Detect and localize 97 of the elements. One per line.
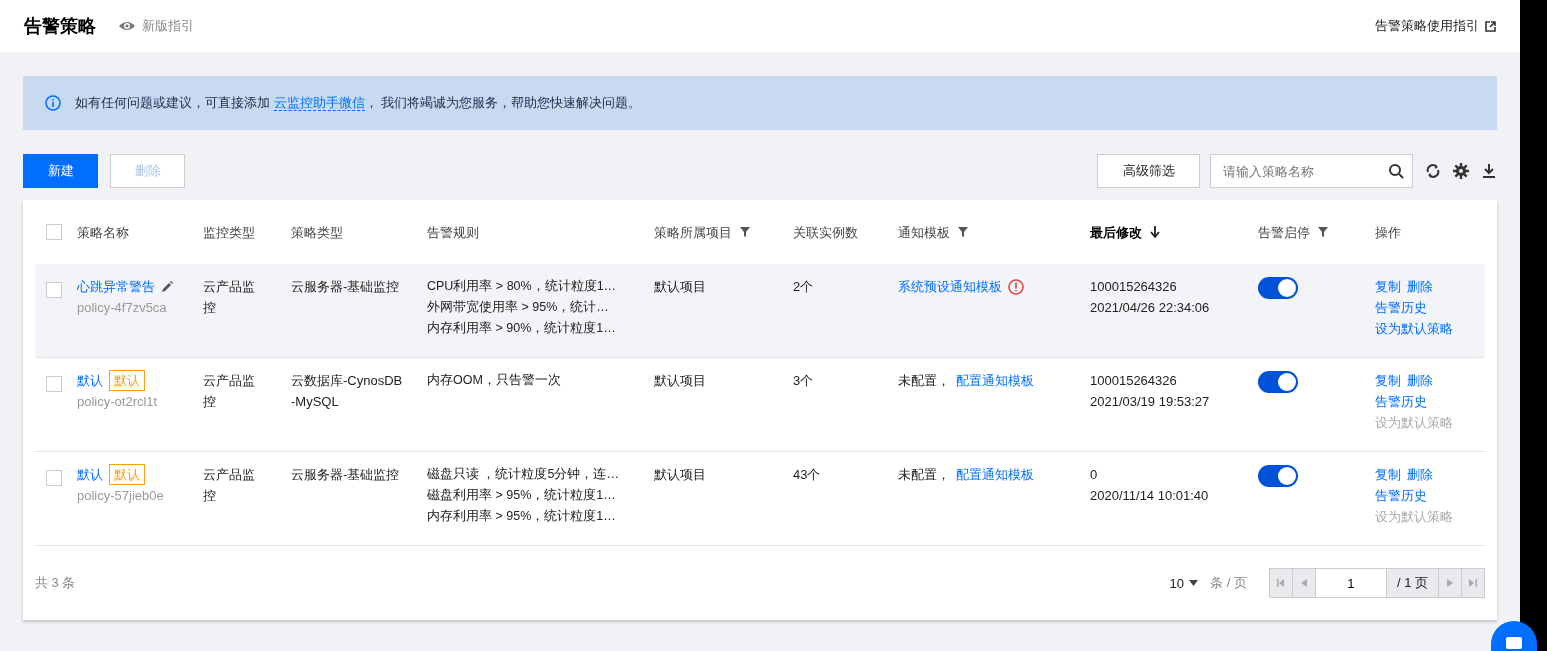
help-link[interactable]: 告警策略使用指引 [1375, 17, 1496, 35]
alarm-rule: 内存利用率 > 95%，统计粒度1… [427, 508, 616, 525]
pagination-control[interactable]: 1 / 1 页 [1268, 568, 1485, 598]
search-field[interactable]: 请输入策略名称 [1210, 154, 1413, 188]
eye-icon [118, 20, 136, 32]
column-header[interactable]: 策略名称 [77, 221, 129, 243]
column-header[interactable]: 告警规则 [427, 221, 479, 243]
project-name: 默认项目 [654, 466, 706, 484]
download-icon[interactable] [1481, 163, 1497, 179]
row-checkbox[interactable] [46, 470, 62, 486]
page-total: / 1 页 [1385, 569, 1439, 597]
refresh-icon[interactable] [1425, 163, 1441, 179]
delete-link[interactable]: 删除 [1407, 276, 1433, 297]
policy-id: policy-4f7zv5ca [77, 299, 167, 317]
copy-link[interactable]: 复制 [1375, 464, 1401, 485]
notice-text: 如有任何问题或建议，可直接添加 云监控助手微信， 我们将竭诚为您服务，帮助您快速解决问题。 [75, 94, 642, 112]
advanced-filter-button[interactable]: 高级筛选 [1097, 154, 1200, 188]
modifier-id: 100015264326 [1090, 278, 1177, 296]
default-tag: 默认 [109, 464, 145, 485]
project-name: 默认项目 [654, 278, 706, 296]
default-tag: 默认 [109, 370, 145, 391]
info-icon [45, 95, 61, 111]
chat-icon[interactable] [1491, 621, 1537, 651]
wechat-link[interactable]: 云监控助手微信 [273, 95, 365, 111]
policy-name-link[interactable]: 心跳异常警告 [77, 276, 155, 297]
filter-icon[interactable] [1318, 227, 1328, 237]
column-header[interactable]: 监控类型 [203, 221, 255, 243]
instance-count: 43个 [793, 466, 821, 484]
column-header[interactable]: 策略类型 [291, 221, 343, 243]
delete-link[interactable]: 删除 [1407, 464, 1433, 485]
policy-type: 云服务器-基础监控 [291, 466, 400, 484]
policy-type: 云数据库-CynosDB-MySQL [291, 372, 403, 411]
alarm-rule: 外网带宽使用率 > 95%，统计… [427, 299, 609, 316]
monitor-type: 云产品监控 [203, 466, 256, 505]
template-status: 未配置， [898, 372, 950, 390]
column-header[interactable]: 关联实例数 [793, 221, 858, 243]
search-icon[interactable] [1388, 163, 1404, 179]
template-status: 未配置， [898, 466, 950, 484]
delete-link[interactable]: 删除 [1407, 370, 1433, 391]
alarm-rule: 内存利用率 > 90%，统计粒度1… [427, 320, 616, 337]
policy-id: policy-ot2rcl1t [77, 393, 158, 411]
modified-time: 2021/04/26 22:34:06 [1090, 299, 1210, 317]
caret-down-icon [1189, 580, 1199, 586]
modified-time: 2021/03/19 19:53:27 [1090, 393, 1210, 411]
monitor-type: 云产品监控 [203, 278, 256, 317]
table-row[interactable]: 心跳异常警告 policy-4f7zv5ca 云产品监控 云服务器-基础监控 CPU利用率 > 80%，统计粒度1… 外网带宽使用率 > 95%，统计… 内存利用率 > 90%，统计粒度1… 默认项目 2个 系统预设通知模板 100015264326 2021/04/26 22:34:06 复制 删除 告警历史 设为默认策略 [35, 264, 1485, 358]
modifier-id: 0 [1090, 466, 1098, 484]
instance-count: 2个 [793, 278, 814, 296]
column-header[interactable]: 最后修改 [1090, 221, 1142, 243]
sort-down-icon[interactable] [1150, 226, 1160, 238]
modified-time: 2020/11/14 10:01:40 [1090, 487, 1209, 505]
template-link[interactable]: 配置通知模板 [956, 370, 1034, 391]
copy-link[interactable]: 复制 [1375, 276, 1401, 297]
alarm-rule: 磁盘利用率 > 95%，统计粒度1… [427, 487, 616, 504]
set-default-link[interactable]: 设为默认策略 [1375, 318, 1453, 339]
guide-link[interactable]: 新版指引 [118, 17, 194, 35]
policy-type: 云服务器-基础监控 [291, 278, 400, 296]
alarm-rule: 磁盘只读 ，统计粒度5分钟，连… [427, 466, 619, 483]
alarm-history-link[interactable]: 告警历史 [1375, 391, 1427, 412]
first-page-icon [1276, 579, 1285, 587]
column-header[interactable]: 通知模板 [898, 221, 950, 243]
toggle-switch[interactable] [1258, 465, 1298, 487]
create-button[interactable]: 新建 [23, 154, 98, 188]
alarm-history-link[interactable]: 告警历史 [1375, 485, 1427, 506]
page-title: 告警策略 [24, 15, 96, 38]
policy-name-link[interactable]: 默认 [77, 464, 103, 485]
template-link[interactable]: 系统预设通知模板 [898, 276, 1002, 297]
copy-link[interactable]: 复制 [1375, 370, 1401, 391]
last-page-icon [1469, 579, 1477, 587]
column-header[interactable]: 操作 [1375, 221, 1401, 243]
alarm-history-link[interactable]: 告警历史 [1375, 297, 1427, 318]
policy-name-link[interactable]: 默认 [77, 370, 103, 391]
total-count: 共 3 条 [35, 574, 76, 592]
column-header[interactable]: 策略所属项目 [654, 221, 732, 243]
alarm-rule: 内存OOM，只告警一次 [427, 372, 561, 389]
settings-icon[interactable] [1453, 163, 1469, 179]
row-checkbox[interactable] [46, 282, 62, 298]
triangle-right-icon [1447, 579, 1453, 587]
template-link[interactable]: 配置通知模板 [956, 464, 1034, 485]
select-all-checkbox[interactable] [46, 224, 62, 240]
row-checkbox[interactable] [46, 376, 62, 392]
toggle-switch[interactable] [1258, 277, 1298, 299]
filter-icon[interactable] [740, 227, 750, 237]
monitor-type: 云产品监控 [203, 372, 256, 411]
per-page-label: 条 / 页 [1210, 574, 1247, 592]
external-link-icon [1485, 20, 1496, 32]
policy-id: policy-57jieb0e [77, 487, 164, 505]
pencil-icon[interactable] [161, 280, 173, 293]
filter-icon[interactable] [958, 227, 968, 237]
toggle-switch[interactable] [1258, 371, 1298, 393]
modifier-id: 100015264326 [1090, 372, 1177, 390]
column-header[interactable]: 告警启停 [1258, 221, 1310, 243]
instance-count: 3个 [793, 372, 814, 390]
alarm-rule: CPU利用率 > 80%，统计粒度1… [427, 278, 617, 295]
page-size-select[interactable]: 10 [1169, 575, 1199, 591]
project-name: 默认项目 [654, 372, 706, 390]
triangle-left-icon [1300, 579, 1307, 587]
